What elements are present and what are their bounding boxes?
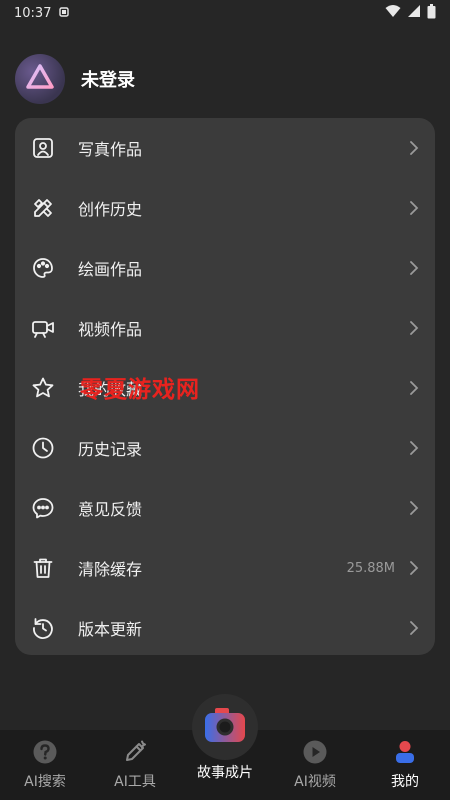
signal-icon — [407, 4, 421, 22]
camera-icon — [203, 706, 247, 748]
menu-item-label: 绘画作品 — [78, 260, 143, 279]
nav-label: 我的 — [391, 774, 419, 790]
chevron-right-icon — [407, 321, 421, 335]
menu-item-label: 历史记录 — [78, 440, 143, 459]
palette-icon — [29, 254, 57, 282]
triangle-logo-icon — [26, 64, 54, 94]
trash-icon — [29, 554, 57, 582]
chevron-right-icon — [407, 381, 421, 395]
user-icon — [392, 739, 418, 765]
chevron-right-icon — [407, 561, 421, 575]
nav-label: AI工具 — [114, 774, 156, 790]
cache-size-value: 25.88M — [346, 560, 395, 576]
watermark-text: 零夏游戏网 — [80, 377, 200, 403]
menu-item-version-update[interactable]: 版本更新 — [15, 598, 435, 658]
menu-item-label: 视频作品 — [78, 320, 143, 339]
menu-card: 写真作品 创作历史 绘画作品 视频作品 我的收藏 历史记录 意见反馈 清除缓存 … — [15, 118, 435, 655]
avatar[interactable] — [15, 54, 65, 104]
menu-item-clear-cache[interactable]: 清除缓存 25.88M — [15, 538, 435, 598]
video-camera-icon — [29, 314, 57, 342]
clock-icon — [29, 434, 57, 462]
nav-tab-mine[interactable]: 我的 — [360, 730, 450, 800]
chevron-right-icon — [407, 501, 421, 515]
menu-item-label: 意见反馈 — [78, 500, 143, 519]
profile-header[interactable]: 未登录 — [15, 54, 135, 104]
chat-bubble-icon — [29, 494, 57, 522]
wifi-icon — [385, 4, 401, 22]
menu-item-video-works[interactable]: 视频作品 — [15, 298, 435, 358]
menu-item-portrait-works[interactable]: 写真作品 — [15, 118, 435, 178]
nav-tab-ai-tools[interactable]: AI工具 — [90, 730, 180, 800]
menu-item-label: 版本更新 — [78, 620, 143, 639]
portrait-icon — [29, 134, 57, 162]
chevron-right-icon — [407, 261, 421, 275]
menu-item-painting-works[interactable]: 绘画作品 — [15, 238, 435, 298]
story-video-label[interactable]: 故事成片 — [180, 762, 270, 782]
menu-item-label: 创作历史 — [78, 200, 143, 219]
refresh-icon — [29, 614, 57, 642]
pencil-ruler-icon — [29, 194, 57, 222]
menu-item-my-favorites[interactable]: 我的收藏 — [15, 358, 435, 418]
status-left: 10:37 — [14, 5, 70, 21]
notification-icon — [59, 6, 70, 21]
battery-icon — [427, 3, 436, 23]
chevron-right-icon — [407, 201, 421, 215]
chevron-right-icon — [407, 621, 421, 635]
play-icon — [302, 739, 328, 765]
chevron-right-icon — [407, 441, 421, 455]
nav-tab-ai-video[interactable]: AI视频 — [270, 730, 360, 800]
menu-item-feedback[interactable]: 意见反馈 — [15, 478, 435, 538]
nav-label: AI视频 — [294, 774, 336, 790]
menu-item-creation-history[interactable]: 创作历史 — [15, 178, 435, 238]
status-time: 10:37 — [14, 5, 52, 21]
menu-item-history[interactable]: 历史记录 — [15, 418, 435, 478]
menu-item-label: 清除缓存 — [78, 560, 143, 579]
status-bar: 10:37 — [0, 0, 450, 26]
nav-label: AI搜索 — [24, 774, 66, 790]
question-icon — [32, 739, 58, 765]
star-icon — [29, 374, 57, 402]
chevron-right-icon — [407, 141, 421, 155]
story-video-button[interactable] — [192, 694, 258, 760]
pen-icon — [122, 739, 148, 765]
username-label[interactable]: 未登录 — [81, 66, 135, 92]
status-right — [385, 3, 436, 23]
nav-tab-ai-search[interactable]: AI搜索 — [0, 730, 90, 800]
menu-item-label: 写真作品 — [78, 140, 143, 159]
